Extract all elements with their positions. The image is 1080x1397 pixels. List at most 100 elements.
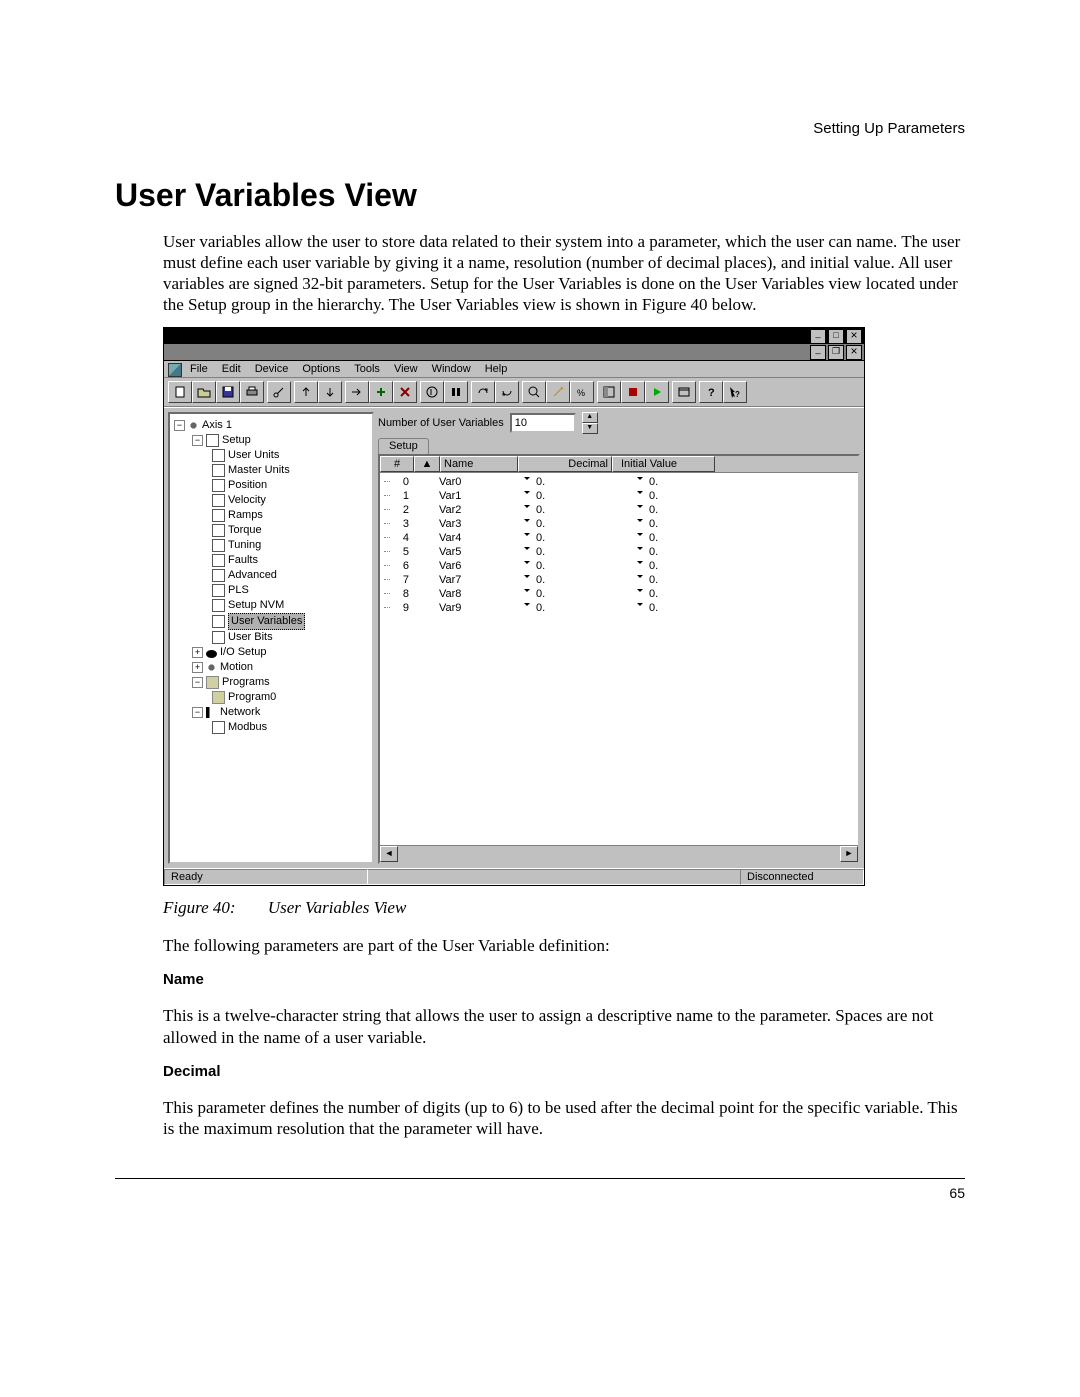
num-user-vars-input[interactable] [510, 413, 576, 433]
page-number: 65 [115, 1185, 965, 1201]
toolbar-pane1-icon[interactable] [597, 381, 621, 403]
scroll-right-icon[interactable]: ► [840, 846, 858, 862]
toolbar-play-icon[interactable] [645, 381, 669, 403]
tree-item[interactable]: Modbus [172, 720, 370, 735]
table-row[interactable]: 8Var80.0. [380, 587, 858, 601]
spin-up-icon[interactable]: ▲ [582, 412, 598, 423]
page-icon [212, 464, 225, 477]
tree-io-setup[interactable]: + I/O Setup [172, 645, 370, 660]
toolbar-wand-icon[interactable] [546, 381, 570, 403]
toolbar-delete-icon[interactable] [393, 381, 417, 403]
table-row[interactable]: 2Var20.0. [380, 503, 858, 517]
col-sort[interactable]: ▲ [414, 456, 440, 472]
toolbar-new-icon[interactable] [168, 381, 192, 403]
tree-item[interactable]: Torque [172, 523, 370, 538]
toolbar-connect-icon[interactable] [267, 381, 291, 403]
status-ready: Ready [164, 869, 368, 885]
tree-setup[interactable]: − Setup [172, 433, 370, 448]
menu-help[interactable]: Help [485, 363, 508, 375]
subhead-name: Name [163, 971, 965, 988]
tree-axis[interactable]: − Axis 1 [172, 418, 370, 433]
toolbar-zoom-icon[interactable] [522, 381, 546, 403]
table-row[interactable]: 3Var30.0. [380, 517, 858, 531]
page-icon [212, 449, 225, 462]
toolbar-insert-icon[interactable] [345, 381, 369, 403]
page-icon [212, 509, 225, 522]
client-area: − Axis 1 − Setup User Units Master Units… [164, 407, 864, 868]
tree-item[interactable]: Setup NVM [172, 598, 370, 613]
tree-item[interactable]: User Units [172, 448, 370, 463]
toolbar-refresh-down-icon[interactable] [495, 381, 519, 403]
table-row[interactable]: 4Var40.0. [380, 531, 858, 545]
tree-programs[interactable]: − Programs [172, 675, 370, 690]
menu-options[interactable]: Options [302, 363, 340, 375]
table-row[interactable]: 0Var00.0. [380, 475, 858, 489]
toolbar-print-icon[interactable] [240, 381, 264, 403]
col-decimal[interactable]: Decimal [518, 456, 612, 472]
toolbar-upload-icon[interactable] [294, 381, 318, 403]
table-row[interactable]: 6Var60.0. [380, 559, 858, 573]
child-close-button[interactable] [846, 345, 862, 360]
footer-rule [115, 1178, 965, 1179]
tab-setup[interactable]: Setup [378, 438, 429, 454]
tree-pane[interactable]: − Axis 1 − Setup User Units Master Units… [168, 412, 374, 864]
page-icon [212, 554, 225, 567]
tree-motion[interactable]: + Motion [172, 660, 370, 675]
tree-network[interactable]: − Network [172, 705, 370, 720]
toolbar-help-icon[interactable]: ? [699, 381, 723, 403]
tree-item[interactable]: Faults [172, 553, 370, 568]
menu-tools[interactable]: Tools [354, 363, 380, 375]
collapse-icon[interactable]: − [192, 707, 203, 718]
toolbar-download-icon[interactable] [318, 381, 342, 403]
spin-control[interactable]: ▲ ▼ [582, 412, 598, 434]
col-name[interactable]: Name [440, 456, 518, 472]
tree-item-user-variables[interactable]: User Variables [172, 613, 370, 630]
tree-item[interactable]: Program0 [172, 690, 370, 705]
menu-window[interactable]: Window [432, 363, 471, 375]
figure-caption: Figure 40: User Variables View [163, 898, 965, 918]
toolbar-open-icon[interactable] [192, 381, 216, 403]
toolbar-stop-icon[interactable] [621, 381, 645, 403]
collapse-icon[interactable]: − [192, 435, 203, 446]
minimize-button[interactable] [810, 329, 826, 344]
tree-item[interactable]: Position [172, 478, 370, 493]
toolbar-stop-alt-icon[interactable] [444, 381, 468, 403]
tree-item[interactable]: Ramps [172, 508, 370, 523]
collapse-icon[interactable]: − [192, 677, 203, 688]
menu-file[interactable]: File [190, 363, 208, 375]
horizontal-scrollbar[interactable]: ◄ ► [380, 845, 858, 862]
tree-item[interactable]: Master Units [172, 463, 370, 478]
table-row[interactable]: 1Var10.0. [380, 489, 858, 503]
expand-icon[interactable]: + [192, 647, 203, 658]
table-row[interactable]: 5Var50.0. [380, 545, 858, 559]
table-row[interactable]: 9Var90.0. [380, 601, 858, 615]
menu-view[interactable]: View [394, 363, 418, 375]
col-index[interactable]: # [380, 456, 414, 472]
tree-item[interactable]: PLS [172, 583, 370, 598]
toolbar-whatsthis-icon[interactable]: ? [723, 381, 747, 403]
toolbar-run-icon[interactable] [420, 381, 444, 403]
table-row[interactable]: 7Var70.0. [380, 573, 858, 587]
collapse-icon[interactable]: − [174, 420, 185, 431]
toolbar-percent-icon[interactable]: % [570, 381, 594, 403]
grid-body: 0Var00.0. 1Var10.0. 2Var20.0. 3Var30.0. … [380, 473, 858, 845]
tree-item[interactable]: User Bits [172, 630, 370, 645]
menu-edit[interactable]: Edit [222, 363, 241, 375]
toolbar-add-icon[interactable] [369, 381, 393, 403]
col-initial[interactable]: Initial Value [612, 456, 715, 472]
child-minimize-button[interactable] [810, 345, 826, 360]
scroll-left-icon[interactable]: ◄ [380, 846, 398, 862]
tab-strip: Setup [378, 438, 860, 454]
toolbar-refresh-up-icon[interactable] [471, 381, 495, 403]
maximize-button[interactable] [828, 329, 844, 344]
menu-device[interactable]: Device [255, 363, 289, 375]
tree-item[interactable]: Tuning [172, 538, 370, 553]
tree-item[interactable]: Advanced [172, 568, 370, 583]
toolbar-save-icon[interactable] [216, 381, 240, 403]
expand-icon[interactable]: + [192, 662, 203, 673]
spin-down-icon[interactable]: ▼ [582, 423, 598, 434]
close-button[interactable] [846, 329, 862, 344]
tree-item[interactable]: Velocity [172, 493, 370, 508]
toolbar-window-icon[interactable] [672, 381, 696, 403]
child-restore-button[interactable] [828, 345, 844, 360]
